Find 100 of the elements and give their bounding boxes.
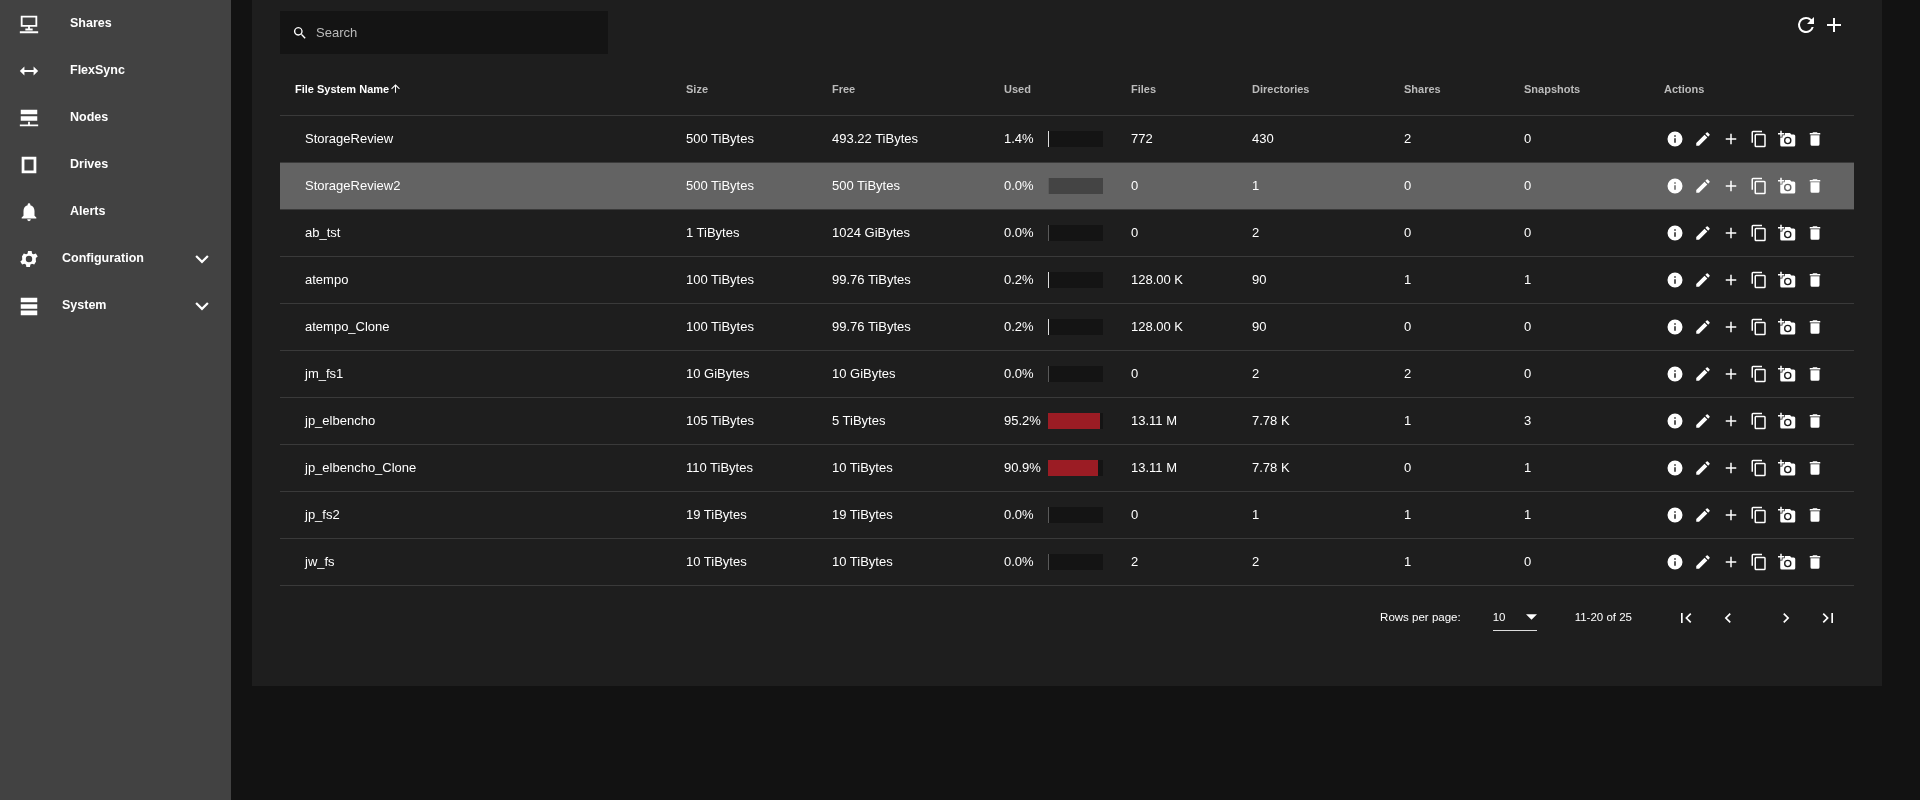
pencil-icon bbox=[1694, 271, 1712, 289]
pencil-icon bbox=[1694, 365, 1712, 383]
table-cell-text: 0.0% bbox=[1004, 365, 1035, 384]
camera-plus-button[interactable] bbox=[1776, 504, 1798, 526]
table-cell-text: 2 bbox=[1252, 224, 1261, 243]
table-cell-text: jm_fs1 bbox=[303, 365, 345, 384]
copy-icon bbox=[1750, 412, 1768, 430]
camera-plus-button[interactable] bbox=[1776, 269, 1798, 291]
table-row[interactable]: atempo_Clone 100 TiBytes 99.76 TiBytes 0.2% 128.00 K 90 0 0 bbox=[280, 304, 1854, 351]
camera-plus-icon bbox=[1778, 365, 1796, 383]
table-row[interactable]: jw_fs 10 TiBytes 10 TiBytes 0.0% 2 2 1 0 bbox=[280, 539, 1854, 586]
info-icon bbox=[1666, 318, 1684, 336]
camera-plus-icon bbox=[1778, 224, 1796, 242]
table-cell-text: 100 TiBytes bbox=[686, 271, 755, 290]
table-row[interactable]: jp_elbencho 105 TiBytes 5 TiBytes 95.2% 13.11 M 7.78 K 1 3 bbox=[280, 398, 1854, 445]
rows-per-page-label: Rows per page: bbox=[1380, 610, 1461, 626]
camera-plus-icon bbox=[1778, 177, 1796, 195]
table-cell-text: 0 bbox=[1131, 365, 1140, 384]
camera-plus-button[interactable] bbox=[1776, 222, 1798, 244]
table-cell-text: 1 bbox=[1404, 553, 1413, 572]
table-row[interactable]: atempo 100 TiBytes 99.76 TiBytes 0.2% 128.00 K 90 1 1 bbox=[280, 257, 1854, 304]
table-cell-text: 1.4% bbox=[1004, 130, 1035, 149]
table-cell-text: 7.78 K bbox=[1252, 412, 1291, 431]
info-icon bbox=[1666, 553, 1684, 571]
camera-plus-button[interactable] bbox=[1776, 128, 1798, 150]
camera-plus-button[interactable] bbox=[1776, 457, 1798, 479]
table-cell-text: 500 TiBytes bbox=[686, 177, 755, 196]
table-cell-text: 1 bbox=[1404, 506, 1413, 525]
table-cell-text: 1 bbox=[1252, 506, 1261, 525]
camera-plus-button[interactable] bbox=[1776, 410, 1798, 432]
camera-plus-button[interactable] bbox=[1776, 551, 1798, 573]
copy-icon bbox=[1750, 506, 1768, 524]
table-row[interactable]: jp_fs2 19 TiBytes 19 TiBytes 0.0% 0 1 1 1 bbox=[280, 492, 1854, 539]
info-icon bbox=[1666, 459, 1684, 477]
column-header: Snapshots bbox=[1524, 82, 1582, 98]
camera-plus-button[interactable] bbox=[1776, 363, 1798, 385]
column-header[interactable]: File System Name bbox=[295, 83, 390, 96]
camera-plus-icon bbox=[1778, 506, 1796, 524]
table-cell-text: 0 bbox=[1524, 130, 1533, 149]
column-header: Free bbox=[832, 82, 857, 98]
table-cell-text: 0.2% bbox=[1004, 318, 1035, 337]
search-field[interactable]: Search bbox=[280, 11, 608, 54]
sidebar-item[interactable]: Nodes bbox=[0, 94, 231, 141]
table-cell-text: 19 TiBytes bbox=[686, 506, 748, 525]
column-header: Actions bbox=[1664, 82, 1706, 98]
table-cell-text: ab_tst bbox=[304, 224, 342, 243]
sidebar-item[interactable]: System bbox=[0, 282, 231, 329]
table-cell-text: 90 bbox=[1252, 271, 1268, 290]
table-row[interactable]: ab_tst 1 TiBytes 1024 GiBytes 0.0% 0 2 0 0 bbox=[280, 210, 1854, 257]
copy-icon bbox=[1750, 553, 1768, 571]
table-row[interactable]: StorageReview2 500 TiBytes 500 TiBytes 0.0% 0 1 0 0 bbox=[280, 163, 1854, 210]
table-cell-text: 19 TiBytes bbox=[832, 506, 894, 525]
table-cell-text: 1 bbox=[1404, 271, 1413, 290]
table-cell-text: 0.0% bbox=[1004, 177, 1035, 196]
table-cell-text: 0 bbox=[1524, 553, 1533, 572]
table-cell-text: 2 bbox=[1404, 130, 1413, 149]
table-cell-text: jp_fs2 bbox=[303, 506, 341, 525]
camera-plus-icon bbox=[1778, 412, 1796, 430]
table-cell-text: 128.00 K bbox=[1131, 271, 1185, 290]
column-header: Directories bbox=[1252, 82, 1311, 98]
column-header: Used bbox=[1004, 82, 1032, 98]
table-cell-text: 128.00 K bbox=[1131, 318, 1185, 337]
table-cell-text: 0.0% bbox=[1004, 506, 1035, 525]
copy-icon bbox=[1750, 271, 1768, 289]
table-cell-text: 5 TiBytes bbox=[832, 412, 887, 431]
camera-plus-button[interactable] bbox=[1776, 316, 1798, 338]
copy-icon bbox=[1750, 130, 1768, 148]
table-cell-text: 2 bbox=[1404, 365, 1413, 384]
pencil-icon bbox=[1694, 412, 1712, 430]
sidebar-item[interactable]: FlexSync bbox=[0, 47, 231, 94]
column-header: Files bbox=[1131, 82, 1158, 98]
table-cell-text: 0 bbox=[1524, 318, 1533, 337]
table-row[interactable]: jm_fs1 10 GiBytes 10 GiBytes 0.0% 0 2 2 0 bbox=[280, 351, 1854, 398]
table-cell-text: 1 TiBytes bbox=[686, 224, 741, 243]
table-cell-text: 0 bbox=[1131, 506, 1140, 525]
table-cell-text: 3 bbox=[1524, 412, 1533, 431]
table-cell-text: 0.0% bbox=[1004, 553, 1035, 572]
camera-plus-icon bbox=[1778, 130, 1796, 148]
info-icon bbox=[1666, 271, 1684, 289]
table-cell-text: 1024 GiBytes bbox=[832, 224, 912, 243]
table-cell-text: 1 bbox=[1524, 271, 1533, 290]
table-row[interactable]: jp_elbencho_Clone 110 TiBytes 10 TiBytes 90.9% 13.11 M 7.78 K 0 1 bbox=[280, 445, 1854, 492]
camera-plus-icon bbox=[1778, 459, 1796, 477]
page-range: 11-20 of 25 bbox=[1574, 610, 1632, 626]
table-cell-text: 1 bbox=[1404, 412, 1413, 431]
camera-plus-icon bbox=[1778, 553, 1796, 571]
table-cell-text: 0 bbox=[1131, 224, 1140, 243]
table-cell-text: 0.2% bbox=[1004, 271, 1035, 290]
sidebar-item[interactable]: Shares bbox=[0, 0, 231, 47]
table-cell-text: 100 TiBytes bbox=[686, 318, 755, 337]
table-cell-text: 2 bbox=[1131, 553, 1140, 572]
table-cell-text: 10 TiBytes bbox=[832, 553, 894, 572]
table-cell-text: 0 bbox=[1404, 318, 1413, 337]
sidebar-item[interactable]: Alerts bbox=[0, 188, 231, 235]
camera-plus-button[interactable] bbox=[1776, 175, 1798, 197]
sidebar-item[interactable]: Drives bbox=[0, 141, 231, 188]
table-cell-text: 0 bbox=[1524, 365, 1533, 384]
info-icon bbox=[1666, 506, 1684, 524]
sidebar-item[interactable]: Configuration bbox=[0, 235, 231, 282]
rows-per-page-select[interactable]: 10 bbox=[1492, 604, 1537, 632]
